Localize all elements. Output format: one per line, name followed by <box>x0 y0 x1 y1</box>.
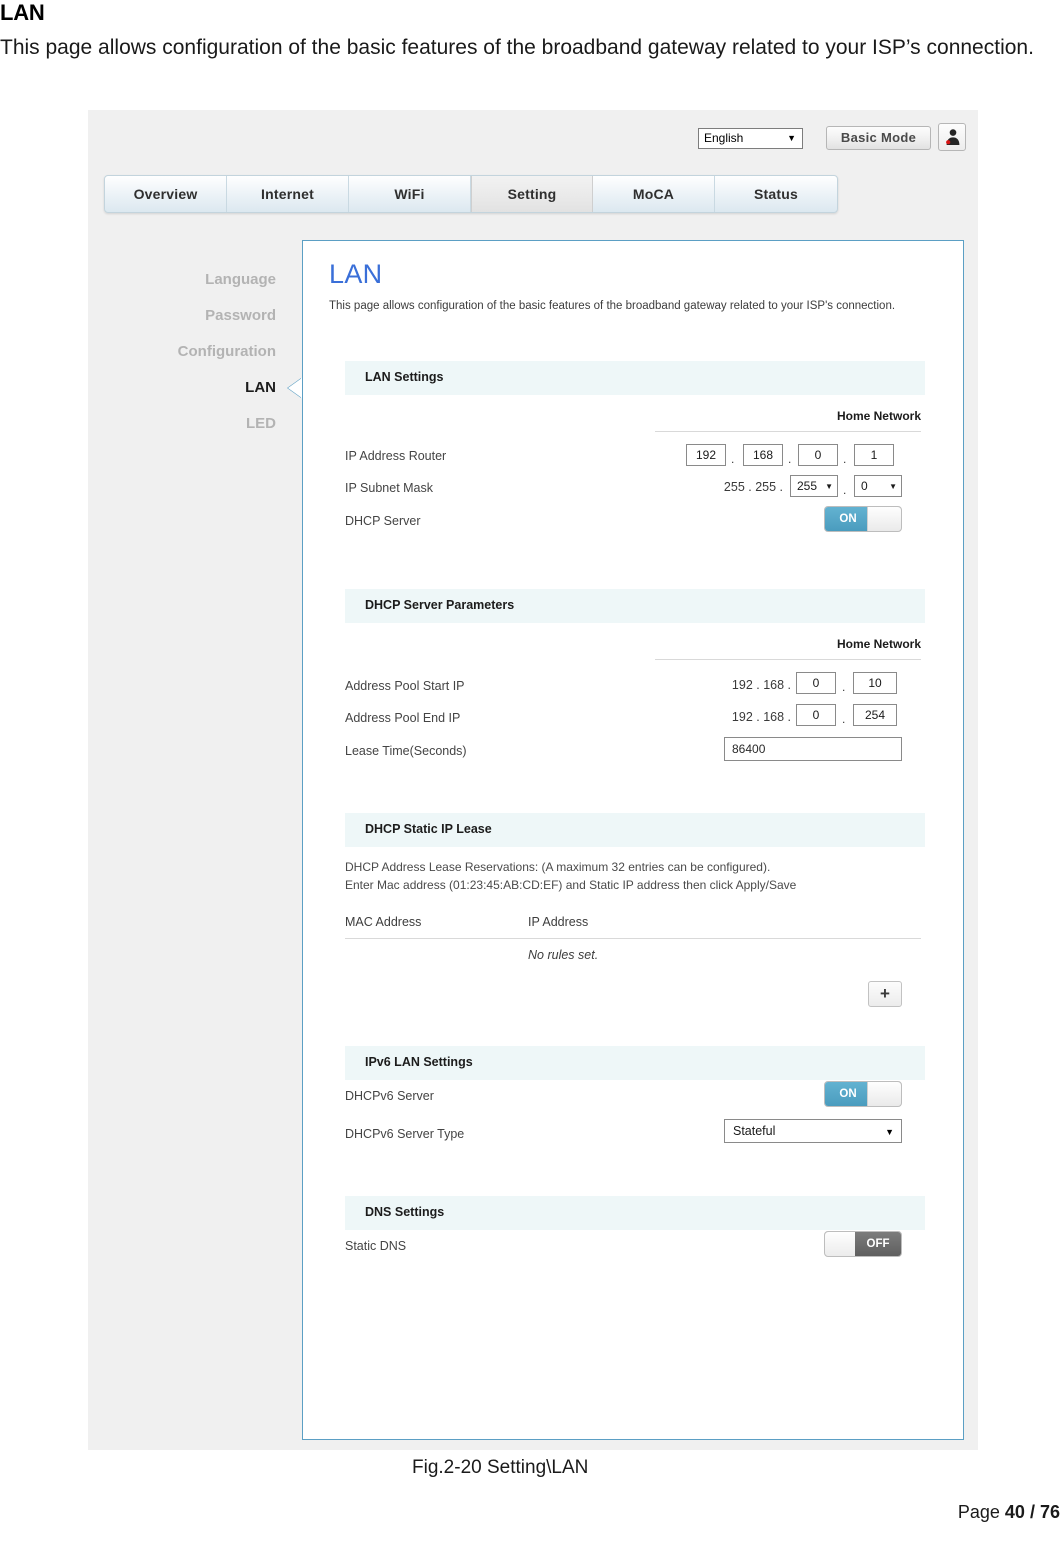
table-header-mac-address: MAC Address <box>345 915 422 929</box>
label-dhcp-server: DHCP Server <box>345 514 421 528</box>
ip-separator: . <box>843 483 847 497</box>
dhcpv6-server-type-select[interactable]: Stateful ▼ <box>724 1119 902 1143</box>
lease-note-line-1: DHCP Address Lease Reservations: (A maxi… <box>345 860 771 874</box>
page-separator: / <box>1029 1502 1035 1522</box>
ip-router-octet-1[interactable]: 192 <box>686 444 726 466</box>
section-header-ipv6-lan-settings: IPv6 LAN Settings <box>345 1046 925 1080</box>
language-select-value: English <box>704 131 744 145</box>
ip-router-octet-4[interactable]: 1 <box>854 444 894 466</box>
pool-start-octet-4[interactable]: 10 <box>853 672 897 694</box>
pool-end-octet-4[interactable]: 254 <box>853 704 897 726</box>
static-dns-toggle[interactable]: OFF <box>824 1231 902 1257</box>
page-title: LAN <box>0 0 45 25</box>
column-header-home-network-dhcp: Home Network <box>836 637 921 651</box>
section-header-dhcp-static-ip-lease: DHCP Static IP Lease <box>345 813 925 847</box>
lease-time-input[interactable] <box>724 737 902 761</box>
label-dhcpv6-server-type: DHCPv6 Server Type <box>345 1127 465 1141</box>
subnet-octet-3-select[interactable]: 255 ▼ <box>790 475 838 497</box>
sidebar-item-label: LAN <box>245 379 276 396</box>
section-title: DNS Settings <box>365 1205 445 1219</box>
chevron-down-icon: ▼ <box>885 1127 894 1137</box>
section-title: DHCP Server Parameters <box>365 598 515 612</box>
pool-end-static-prefix: 192 . 168 . <box>731 710 791 724</box>
dhcpv6-server-type-value: Stateful <box>733 1124 776 1138</box>
chevron-down-icon: ▼ <box>825 482 833 491</box>
label-ip-subnet-mask: IP Subnet Mask <box>345 481 434 495</box>
user-account-button[interactable] <box>938 123 966 151</box>
panel-title: LAN <box>329 259 383 289</box>
label-static-dns: Static DNS <box>345 1239 407 1253</box>
chevron-down-icon: ▼ <box>787 133 796 143</box>
tab-moca[interactable]: MoCA <box>593 176 715 212</box>
page-number-footer: Page 40 / 76 <box>958 1502 1060 1523</box>
ip-router-octet-3[interactable]: 0 <box>798 444 838 466</box>
toggle-knob <box>867 1082 901 1106</box>
add-lease-button[interactable]: + <box>868 981 902 1007</box>
pool-start-octet-3[interactable]: 0 <box>796 672 836 694</box>
embedded-router-ui-screenshot: English ▼ Basic Mode Overview Internet W… <box>88 110 978 1450</box>
sidebar-item-configuration[interactable]: Configuration <box>88 334 288 370</box>
plus-icon: + <box>880 984 890 1003</box>
divider <box>655 659 921 660</box>
toggle-knob <box>825 1232 859 1256</box>
toggle-state-label: ON <box>825 507 871 531</box>
label-lease-time: Lease Time(Seconds) <box>345 744 467 758</box>
ip-separator: . <box>731 452 735 466</box>
page-intro-text: This page allows configuration of the ba… <box>0 36 1034 59</box>
page-label: Page <box>957 1502 1000 1522</box>
tab-setting[interactable]: Setting <box>471 176 593 212</box>
section-title: LAN Settings <box>365 370 444 384</box>
label-address-pool-end-ip: Address Pool End IP <box>345 711 461 725</box>
section-header-lan-settings: LAN Settings <box>345 361 925 395</box>
tab-overview[interactable]: Overview <box>105 176 227 212</box>
tab-status[interactable]: Status <box>715 176 837 212</box>
active-pointer-arrow-icon <box>288 378 302 398</box>
subnet-octet-4-value: 0 <box>861 479 868 493</box>
section-header-dns-settings: DNS Settings <box>345 1196 925 1230</box>
ip-separator: . <box>842 712 846 726</box>
divider <box>655 431 921 432</box>
ip-separator: . <box>842 680 846 694</box>
lease-note-line-2: Enter Mac address (01:23:45:AB:CD:EF) an… <box>345 878 797 892</box>
toggle-state-label: OFF <box>855 1232 901 1256</box>
toggle-state-label: ON <box>825 1082 871 1106</box>
label-address-pool-start-ip: Address Pool Start IP <box>345 679 465 693</box>
sidebar-item-led[interactable]: LED <box>88 406 288 442</box>
ip-router-octet-2[interactable]: 168 <box>743 444 783 466</box>
dhcpv6-server-toggle[interactable]: ON <box>824 1081 902 1107</box>
page-total: 76 <box>1039 1502 1060 1522</box>
panel-description: This page allows configuration of the ba… <box>329 300 896 312</box>
chevron-down-icon: ▼ <box>889 482 897 491</box>
subnet-octet-4-select[interactable]: 0 ▼ <box>854 475 902 497</box>
tab-wifi[interactable]: WiFi <box>349 176 471 212</box>
ip-separator: . <box>843 452 847 466</box>
toggle-knob <box>867 507 901 531</box>
ip-separator: . <box>788 452 792 466</box>
settings-sidebar: Language Password Configuration LAN LED <box>88 262 302 442</box>
column-header-home-network-lan: Home Network <box>836 409 921 423</box>
table-header-ip-address: IP Address <box>528 915 589 929</box>
divider <box>345 938 921 939</box>
tab-internet[interactable]: Internet <box>227 176 349 212</box>
page-current: 40 <box>1004 1502 1025 1522</box>
subnet-static-prefix: 255 . 255 . <box>723 480 783 494</box>
sidebar-item-language[interactable]: Language <box>88 262 288 298</box>
language-select[interactable]: English ▼ <box>698 128 803 149</box>
lan-content-panel: LAN This page allows configuration of th… <box>302 240 964 1440</box>
subnet-octet-3-value: 255 <box>797 479 818 493</box>
pool-end-octet-3[interactable]: 0 <box>796 704 836 726</box>
dhcp-server-toggle[interactable]: ON <box>824 506 902 532</box>
section-title: IPv6 LAN Settings <box>365 1055 473 1069</box>
figure-caption: Fig.2-20 Setting\LAN <box>412 1457 589 1478</box>
table-empty-message: No rules set. <box>528 948 599 962</box>
pool-start-static-prefix: 192 . 168 . <box>731 678 791 692</box>
sidebar-item-password[interactable]: Password <box>88 298 288 334</box>
main-tab-bar[interactable]: Overview Internet WiFi Setting MoCA Stat… <box>104 175 838 213</box>
basic-mode-button[interactable]: Basic Mode <box>826 126 931 150</box>
label-ip-address-router: IP Address Router <box>345 449 447 463</box>
label-dhcpv6-server: DHCPv6 Server <box>345 1089 434 1103</box>
section-title: DHCP Static IP Lease <box>365 822 492 836</box>
sidebar-item-lan[interactable]: LAN <box>88 370 302 406</box>
section-header-dhcp-server-parameters: DHCP Server Parameters <box>345 589 925 623</box>
